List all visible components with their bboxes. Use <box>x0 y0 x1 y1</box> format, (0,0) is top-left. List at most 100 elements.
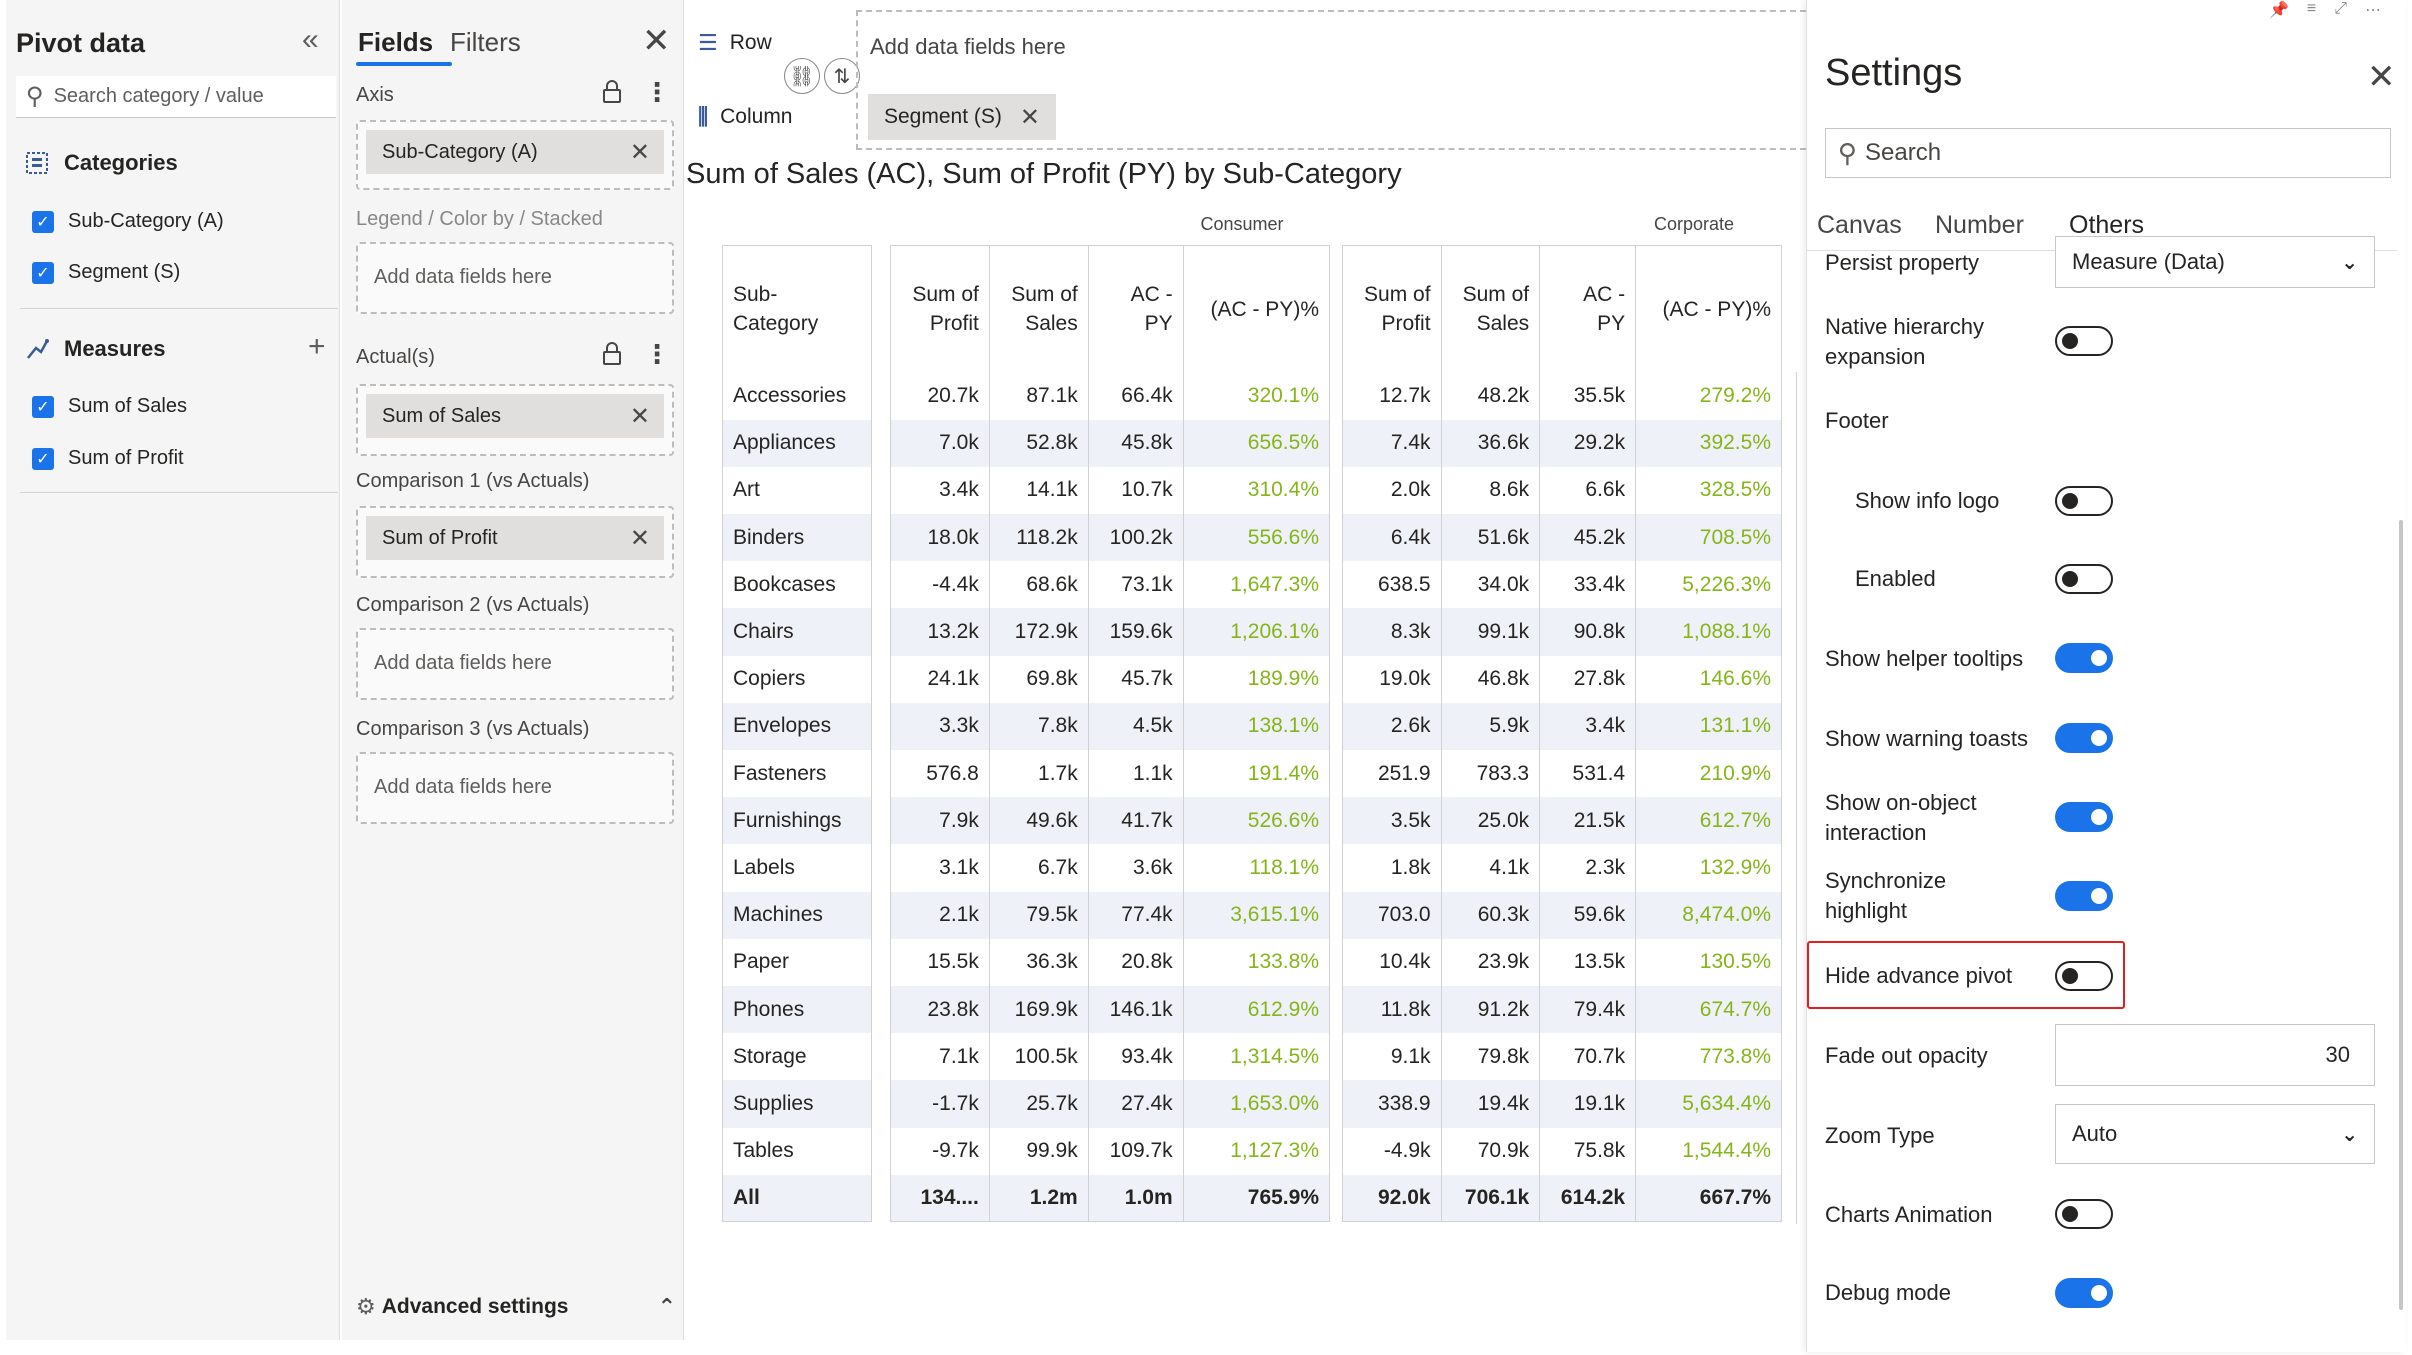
swap-icon[interactable]: ⇅ <box>824 58 860 94</box>
value-cell: 23.8k <box>890 985 990 1034</box>
actuals-field-pill[interactable]: Sum of Sales ✕ <box>366 394 664 438</box>
more-options-icon[interactable]: ⋮ <box>644 79 670 105</box>
tab-fields[interactable]: Fields <box>358 27 433 58</box>
value-cell: 79.5k <box>988 891 1089 939</box>
settings-scrollbar[interactable] <box>2399 520 2403 1310</box>
expand-icon[interactable]: ⤢ <box>2334 0 2347 20</box>
close-icon[interactable]: ✕ <box>642 24 671 58</box>
warning-toasts-toggle[interactable] <box>2055 723 2113 753</box>
value-cell: 210.9% <box>1635 750 1782 798</box>
category-item-segment[interactable]: ✓ Segment (S) <box>32 261 180 284</box>
measure-header: Sum of Sales <box>988 245 1089 373</box>
checkbox-checked-icon[interactable]: ✓ <box>32 210 54 233</box>
value-cell: 60.3k <box>1440 891 1540 939</box>
zoom-type-dropdown[interactable]: Auto ⌄ <box>2055 1104 2375 1164</box>
subcategory-cell: Labels <box>722 844 872 892</box>
measure-header: (AC - PY)% <box>1182 245 1331 373</box>
value-cell: 19.4k <box>1440 1080 1540 1128</box>
comparison3-drop-well[interactable]: Add data fields here <box>356 752 674 824</box>
charts-animation-toggle[interactable] <box>2055 1199 2113 1229</box>
axis-drop-well[interactable]: Sub-Category (A) ✕ <box>356 120 674 190</box>
remove-field-icon[interactable]: ✕ <box>630 524 650 553</box>
filter-icon[interactable]: ≡ <box>2307 0 2316 20</box>
fields-panel: Fields Filters ✕ Axis ⋮ Sub-Category (A)… <box>342 0 684 1340</box>
lock-icon[interactable] <box>602 80 622 104</box>
close-settings-icon[interactable]: ✕ <box>2367 60 2396 94</box>
value-cell: 10.7k <box>1087 466 1184 515</box>
hide-advance-pivot-toggle[interactable] <box>2055 961 2113 991</box>
categories-section-header[interactable]: Categories <box>24 150 178 176</box>
column-field-pill[interactable]: Segment (S) ✕ <box>868 94 1056 140</box>
zoom-type-value: Auto <box>2072 1121 2118 1146</box>
pivot-data-panel: Pivot data « ⚲ Categories ✓ Sub-Category… <box>6 0 340 1340</box>
remove-field-icon[interactable]: ✕ <box>630 138 650 167</box>
checkbox-checked-icon[interactable]: ✓ <box>32 261 54 284</box>
value-cell: 14.1k <box>988 466 1089 515</box>
label-line: expansion <box>1825 344 1926 369</box>
persist-property-value: Measure (Data) <box>2072 249 2225 274</box>
measures-section-header[interactable]: Measures <box>24 336 166 362</box>
comparison1-field-pill[interactable]: Sum of Profit ✕ <box>366 516 664 560</box>
fade-opacity-input[interactable]: 30 <box>2055 1024 2375 1086</box>
table-row: Fasteners <box>722 750 872 798</box>
sync-highlight-toggle[interactable] <box>2055 881 2113 911</box>
value-cell: 1,127.3% <box>1182 1127 1331 1175</box>
value-cell: 531.4 <box>1539 750 1636 798</box>
legend-drop-well[interactable]: Add data fields here <box>356 242 674 314</box>
value-cell: 706.1k <box>1440 1174 1540 1223</box>
enabled-toggle[interactable] <box>2055 564 2113 594</box>
measure-header: Sum of Profit <box>1342 245 1442 373</box>
measure-label: Sum of Profit <box>68 447 184 469</box>
comparison2-drop-well[interactable]: Add data fields here <box>356 628 674 700</box>
pin-icon[interactable]: 📌 <box>2269 0 2289 20</box>
lock-icon[interactable] <box>602 342 622 366</box>
on-object-toggle[interactable] <box>2055 802 2113 832</box>
pivot-search-input[interactable] <box>53 85 314 108</box>
row-column-drop-zone[interactable]: Add data fields here Segment (S) ✕ <box>856 10 1806 150</box>
helper-tooltips-toggle[interactable] <box>2055 643 2113 673</box>
collapse-panel-icon[interactable]: « <box>302 25 319 55</box>
value-cell: 132.9% <box>1635 844 1782 892</box>
value-cell: 2.0k <box>1342 466 1442 515</box>
axis-tools: ⋮ <box>602 79 670 105</box>
checkbox-checked-icon[interactable]: ✓ <box>32 395 54 418</box>
value-cell: 92.0k <box>1342 1174 1442 1223</box>
native-hierarchy-toggle[interactable] <box>2055 326 2113 356</box>
advanced-settings-toggle[interactable]: ⚙ Advanced settings ⌃ <box>356 1294 676 1320</box>
category-item-subcategory[interactable]: ✓ Sub-Category (A) <box>32 210 224 233</box>
tab-canvas[interactable]: Canvas <box>1817 211 1902 240</box>
table-row: 2.0k 8.6k 6.6k 328.5% <box>1342 466 1782 515</box>
persist-property-dropdown[interactable]: Measure (Data) ⌄ <box>2055 236 2375 288</box>
table-row: 134.... 1.2m 1.0m 765.9% <box>890 1174 1331 1223</box>
value-cell: 1.0m <box>1087 1174 1184 1223</box>
tab-filters[interactable]: Filters <box>450 27 521 58</box>
measure-item-profit[interactable]: ✓ Sum of Profit <box>32 447 184 470</box>
link-icon[interactable]: ⛓ <box>784 58 820 94</box>
more-options-icon[interactable]: ⋮ <box>644 341 670 367</box>
remove-field-icon[interactable]: ✕ <box>630 402 650 431</box>
value-cell: 1.1k <box>1087 750 1184 798</box>
remove-field-icon[interactable]: ✕ <box>1020 103 1040 132</box>
group-header-corporate: Corporate <box>1653 214 1735 234</box>
comparison1-drop-well[interactable]: Sum of Profit ✕ <box>356 506 674 578</box>
helper-tooltips-label: Show helper tooltips <box>1825 646 2024 671</box>
add-measure-icon[interactable]: + <box>308 332 326 362</box>
measure-item-sales[interactable]: ✓ Sum of Sales <box>32 395 187 418</box>
value-cell: 7.8k <box>988 702 1089 750</box>
value-cell: 1,653.0% <box>1182 1080 1331 1128</box>
show-info-logo-toggle[interactable] <box>2055 486 2113 516</box>
settings-search-input[interactable] <box>1865 139 2366 167</box>
tab-number[interactable]: Number <box>1935 211 2024 240</box>
more-icon[interactable]: ⋯ <box>2365 0 2381 20</box>
checkbox-checked-icon[interactable]: ✓ <box>32 447 54 470</box>
axis-field-pill[interactable]: Sub-Category (A) ✕ <box>366 130 664 174</box>
pivot-search-box[interactable]: ⚲ <box>16 76 336 118</box>
debug-mode-toggle[interactable] <box>2055 1278 2113 1308</box>
subcategory-cell: Copiers <box>722 655 872 703</box>
settings-search-box[interactable]: ⚲ <box>1825 128 2391 178</box>
value-cell: 68.6k <box>988 561 1089 609</box>
value-cell: 614.2k <box>1539 1174 1636 1223</box>
settings-title: Settings <box>1825 52 1963 94</box>
actuals-drop-well[interactable]: Sum of Sales ✕ <box>356 384 674 456</box>
column-field-label: Segment (S) <box>884 105 1002 128</box>
